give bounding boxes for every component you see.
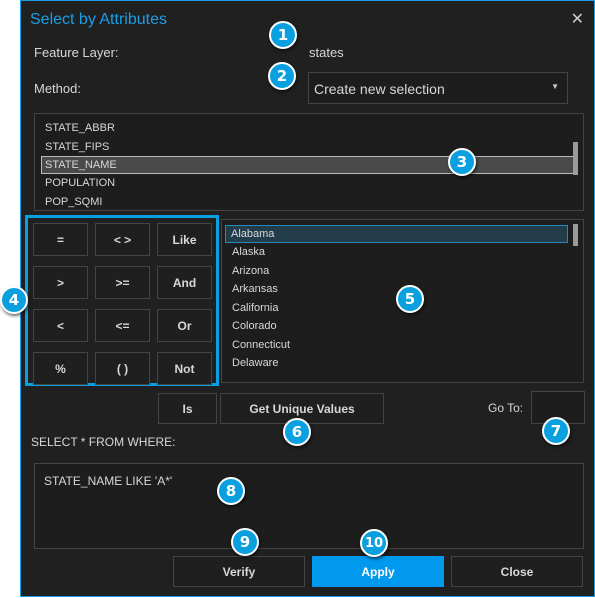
callout-badge: 1 <box>269 21 297 49</box>
method-dropdown[interactable]: Create new selection ▼ <box>308 72 568 104</box>
operator-button[interactable]: > <box>33 266 88 299</box>
callout-badge: 2 <box>268 62 296 90</box>
operator-button[interactable]: >= <box>95 266 150 299</box>
field-item[interactable]: STATE_ABBR <box>35 119 583 138</box>
operator-button[interactable]: = <box>33 223 88 256</box>
value-item[interactable]: Colorado <box>222 317 583 336</box>
operator-button[interactable]: Or <box>157 309 212 342</box>
verify-button[interactable]: Verify <box>173 556 305 587</box>
scrollbar[interactable] <box>573 224 578 246</box>
value-item[interactable]: Alabama <box>225 225 568 243</box>
select-by-attributes-dialog: Select by Attributes ✕ Feature Layer: st… <box>20 0 595 597</box>
sql-text: STATE_NAME LIKE 'A*' <box>44 474 173 488</box>
callout-badge: 7 <box>542 417 570 445</box>
operator-button[interactable]: < > <box>95 223 150 256</box>
operator-button[interactable]: Not <box>157 352 212 385</box>
value-item[interactable]: Arizona <box>222 262 583 281</box>
value-item[interactable]: Connecticut <box>222 336 583 355</box>
is-button[interactable]: Is <box>158 393 217 424</box>
chevron-down-icon: ▼ <box>551 82 559 91</box>
operator-button[interactable]: Like <box>157 223 212 256</box>
goto-label: Go To: <box>488 401 524 415</box>
operator-button[interactable]: % <box>33 352 88 385</box>
dialog-title: Select by Attributes <box>30 11 167 28</box>
callout-badge: 9 <box>231 528 259 556</box>
fields-list[interactable]: STATE_ABBR STATE_FIPS STATE_NAME POPULATION… <box>34 113 584 211</box>
callout-badge: 6 <box>283 418 311 446</box>
apply-button[interactable]: Apply <box>312 556 444 587</box>
field-item[interactable]: STATE_FIPS <box>35 138 583 157</box>
close-icon[interactable]: ✕ <box>571 9 584 29</box>
callout-badge: 10 <box>360 529 388 557</box>
callout-badge: 8 <box>217 477 245 505</box>
field-item[interactable]: POPULATION <box>35 174 583 193</box>
callout-badge: 4 <box>0 286 28 314</box>
value-item[interactable]: Delaware <box>222 354 583 373</box>
scrollbar[interactable] <box>573 142 578 175</box>
callout-badge: 3 <box>448 148 476 176</box>
sql-label: SELECT * FROM WHERE: <box>31 435 176 449</box>
field-item[interactable]: STATE_NAME <box>41 156 575 174</box>
feature-layer-value: states <box>309 45 344 60</box>
operator-button[interactable]: ( ) <box>95 352 150 385</box>
method-label: Method: <box>34 81 81 96</box>
callout-badge: 5 <box>396 285 424 313</box>
operator-button[interactable]: <= <box>95 309 150 342</box>
operator-panel: = < > Like > >= And < <= Or%( ) Not <box>25 215 219 386</box>
operator-button[interactable]: < <box>33 309 88 342</box>
value-item[interactable]: Alaska <box>222 243 583 262</box>
method-value: Create new selection <box>314 81 445 97</box>
sql-expression-input[interactable]: STATE_NAME LIKE 'A*' <box>34 463 584 549</box>
field-item[interactable]: POP_SQMI <box>35 193 583 211</box>
close-button[interactable]: Close <box>451 556 583 587</box>
operator-button[interactable]: And <box>157 266 212 299</box>
feature-layer-label: Feature Layer: <box>34 45 119 60</box>
